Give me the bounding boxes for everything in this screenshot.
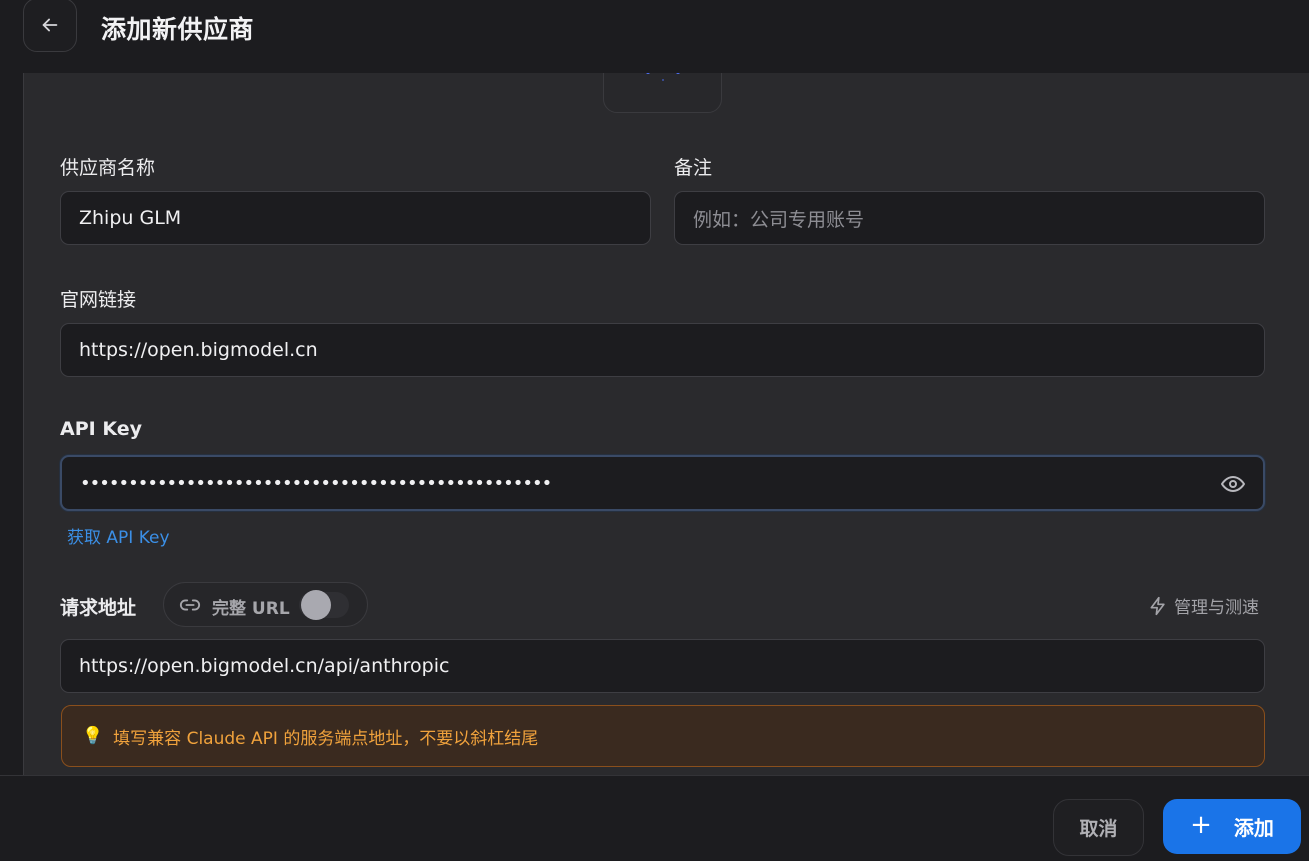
lightning-icon xyxy=(1150,596,1165,615)
header-bar: 添加新供应商 xyxy=(0,0,1309,73)
website-input[interactable]: https://open.bigmodel.cn xyxy=(60,323,1265,377)
api-key-masked-value: ••••••••••••••••••••••••••••••••••••••••… xyxy=(80,472,552,494)
back-button[interactable] xyxy=(23,0,77,52)
provider-icon-selector[interactable] xyxy=(603,73,722,113)
endpoint-hint: 💡 填写兼容 Claude API 的服务端点地址，不要以斜杠结尾 xyxy=(61,705,1265,767)
page-title: 添加新供应商 xyxy=(101,15,255,44)
provider-name-label: 供应商名称 xyxy=(60,157,156,179)
website-value: https://open.bigmodel.cn xyxy=(79,339,318,361)
footer-bar: 取消 + 添加 xyxy=(0,775,1309,861)
switch-knob xyxy=(301,590,331,620)
loading-dot-icon xyxy=(646,73,650,74)
notes-placeholder: 例如：公司专用账号 xyxy=(693,208,865,231)
manage-speedtest-button[interactable]: 管理与测速 xyxy=(1148,593,1259,618)
notes-label: 备注 xyxy=(674,157,713,179)
add-button[interactable]: + 添加 xyxy=(1163,799,1301,854)
arrow-left-icon xyxy=(42,18,58,32)
link-icon xyxy=(179,599,201,611)
full-url-toggle[interactable]: 完整 URL xyxy=(163,582,368,627)
loading-dot-icon xyxy=(662,79,664,81)
full-url-label: 完整 URL xyxy=(212,599,290,619)
manage-speedtest-label: 管理与测速 xyxy=(1174,598,1259,618)
website-label: 官网链接 xyxy=(60,289,137,311)
endpoint-label: 请求地址 xyxy=(60,597,137,619)
plus-icon: + xyxy=(1190,810,1212,840)
add-button-label: 添加 xyxy=(1233,816,1274,840)
provider-name-input[interactable]: Zhipu GLM xyxy=(60,191,651,245)
form-panel: 供应商名称 Zhipu GLM 备注 例如：公司专用账号 官网链接 https:… xyxy=(23,73,1309,775)
endpoint-input[interactable]: https://open.bigmodel.cn/api/anthropic xyxy=(60,639,1265,693)
api-key-input[interactable]: ••••••••••••••••••••••••••••••••••••••••… xyxy=(60,455,1265,511)
loading-dot-icon xyxy=(676,73,680,74)
full-url-switch[interactable] xyxy=(299,590,349,620)
endpoint-hint-text: 填写兼容 Claude API 的服务端点地址，不要以斜杠结尾 xyxy=(113,728,539,749)
notes-input[interactable]: 例如：公司专用账号 xyxy=(674,191,1265,245)
get-api-key-link[interactable]: 获取 API Key xyxy=(67,523,170,548)
api-key-label: API Key xyxy=(60,418,142,440)
eye-icon[interactable] xyxy=(1221,472,1245,496)
provider-name-value: Zhipu GLM xyxy=(79,207,182,229)
cancel-button[interactable]: 取消 xyxy=(1053,799,1144,856)
endpoint-value: https://open.bigmodel.cn/api/anthropic xyxy=(79,655,450,677)
lightbulb-icon: 💡 xyxy=(82,726,104,746)
